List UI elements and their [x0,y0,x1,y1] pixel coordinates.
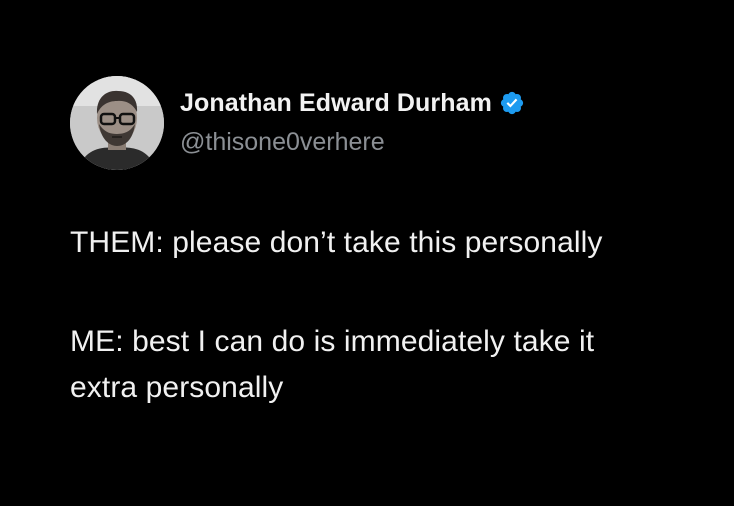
avatar[interactable] [70,76,164,170]
profile-photo-icon [70,76,164,170]
tweet-card: Jonathan Edward Durham @thisone0verhere … [0,0,734,506]
tweet-text-line: THEM: please don’t take this personally [70,226,603,259]
tweet-text-line: extra personally [70,371,284,404]
verified-badge-icon [499,90,525,116]
author-name-row: Jonathan Edward Durham [180,86,525,120]
tweet-text-line: ME: best I can do is immediately take it [70,325,595,358]
author-display-name[interactable]: Jonathan Edward Durham [180,89,492,118]
author-handle[interactable]: @thisone0verhere [180,128,385,157]
